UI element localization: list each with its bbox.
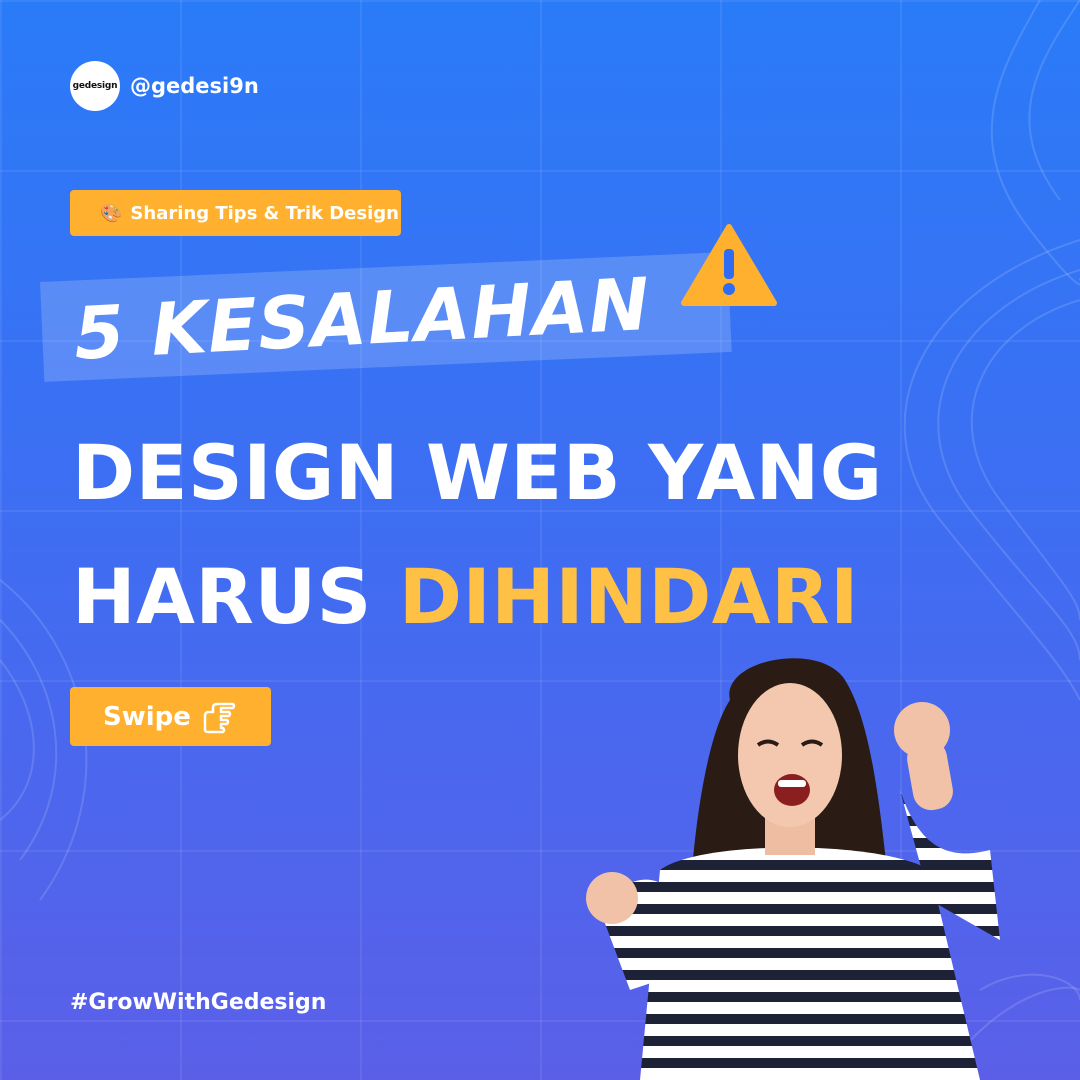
- account-handle: @gedesi9n: [130, 74, 259, 98]
- swipe-button[interactable]: Swipe: [70, 687, 271, 746]
- headline-accent-word: DIHINDARI: [398, 552, 859, 641]
- headline-line-3: HARUS DIHINDARI: [72, 552, 859, 641]
- post-canvas: gedesign @gedesi9n 🎨 Sharing Tips & Trik…: [0, 0, 1080, 1080]
- excited-woman-photo: [586, 658, 1000, 1080]
- gedesign-logo: gedesign: [70, 61, 120, 111]
- headline-line-2: DESIGN WEB YANG: [72, 428, 883, 517]
- category-tag-label: Sharing Tips & Trik Design: [130, 202, 399, 224]
- category-tag: 🎨 Sharing Tips & Trik Design: [70, 190, 401, 236]
- brand-header: gedesign @gedesi9n: [70, 61, 259, 111]
- campaign-hashtag: #GrowWithGedesign: [70, 990, 327, 1015]
- palette-icon: 🎨: [100, 202, 123, 224]
- pointing-hand-icon: [203, 702, 236, 733]
- warning-icon: [681, 224, 777, 306]
- swipe-label: Swipe: [103, 701, 191, 732]
- headline-line-3-main: HARUS: [72, 552, 399, 641]
